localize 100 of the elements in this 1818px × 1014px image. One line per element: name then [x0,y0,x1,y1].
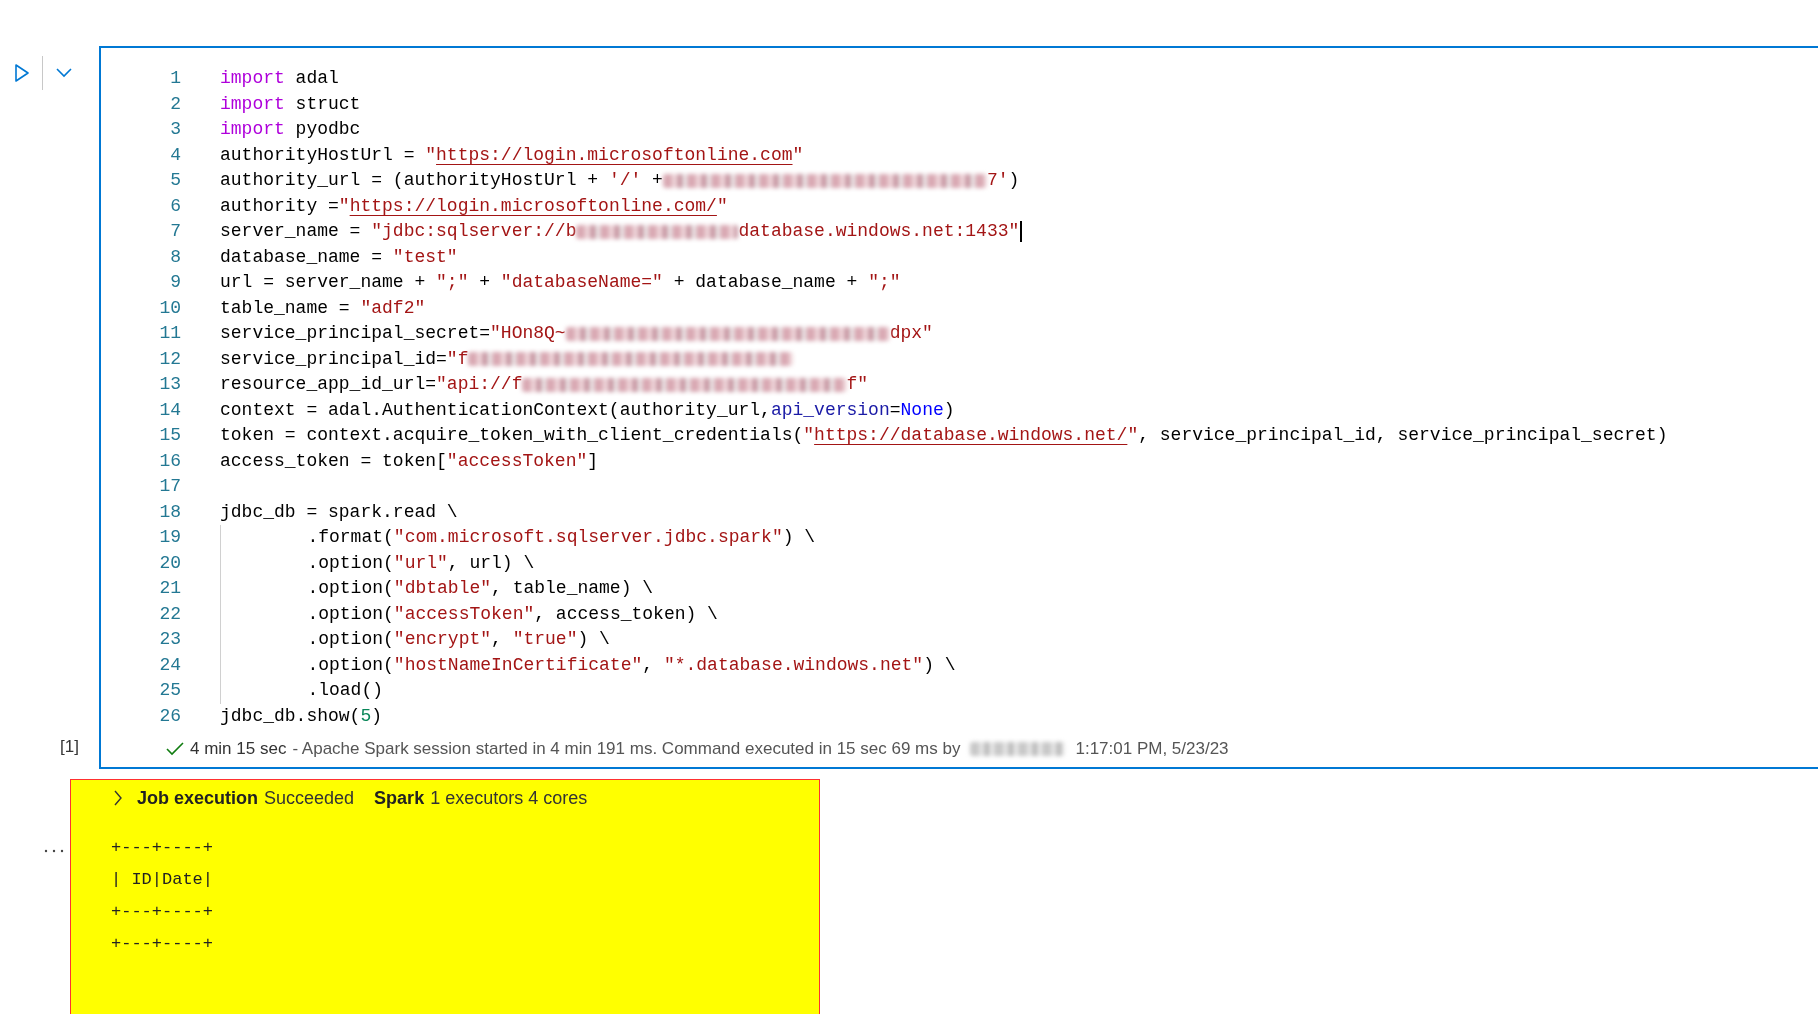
code-text: .format( [307,526,394,549]
code-text: + [651,169,663,192]
keyword: import [220,67,285,90]
keyword: import [220,118,285,141]
string-literal: "accessToken" [446,449,588,473]
line-number: 14 [158,398,181,422]
line-number: 18 [158,500,181,524]
spark-label: Spark [374,787,425,809]
table-output-line: | ID|Date| [111,869,215,891]
line-number: 11 [158,322,181,345]
duration-text: 4 min 15 sec [190,739,287,759]
code-text: database_name = [220,245,384,269]
job-status: Succeeded [264,787,355,809]
run-icon[interactable] [14,63,30,83]
string-literal: "api://f [436,373,523,396]
execution-count: [1] [59,737,80,758]
code-text: authorityHostUrl = [220,143,416,167]
string-literal: database.windows.net:1433" [738,220,1020,243]
string-literal: "com.microsoft.sqlserver.jdbc.spark" [393,526,783,549]
line-number: 13 [158,373,181,396]
line-number: 26 [158,704,181,728]
code-text: , service_principal_id, service_principal_secret) [1138,424,1668,447]
line-number: 17 [158,475,181,498]
code-text: .option( [307,602,394,626]
code-text: authority = [220,194,339,218]
code-text: jdbc_db.show( [220,704,361,728]
line-number: 22 [158,602,181,626]
code-text: .option( [307,551,394,575]
code-text: , url) \ [447,551,535,575]
line-number: 25 [158,679,181,702]
line-number: 24 [158,653,181,677]
number-literal: 5 [360,704,372,728]
job-label: Job execution [137,787,259,809]
code-text: .option( [307,653,394,677]
string-literal: "hostNameInCertificate" [393,653,643,677]
chevron-down-icon[interactable] [55,67,73,79]
spark-info: 1 executors 4 cores [430,787,588,809]
keyword: import [220,92,285,116]
string-literal: f" [846,373,869,396]
string-literal: " [716,194,728,218]
code-text: ) [1008,169,1020,192]
code-text: + database_name + [672,271,859,294]
string-literal: "HOn8Q~ [490,322,566,345]
code-text: resource_app_id_url= [220,373,437,396]
code-text: , [642,653,655,677]
more-icon[interactable] [44,849,64,853]
line-number: 19 [158,526,181,549]
code-text: ) \ [782,526,816,549]
line-number: 9 [169,271,181,294]
parameter-name: api_version [770,398,890,422]
code-text: jdbc_db = spark.read \ [220,500,458,524]
string-literal: 7' [986,169,1009,192]
code-text: url = server_name + [220,271,427,294]
code-text: ) [943,398,955,422]
code-text: .option( [307,577,394,600]
code-text: , table_name) \ [491,577,654,600]
code-text: service_principal_secret= [220,322,491,345]
string-literal: ";" [436,271,469,294]
string-literal: "encrypt" [393,628,492,651]
chevron-right-icon[interactable] [113,790,123,806]
line-number: 1 [169,67,181,90]
code-text: .load() [307,679,384,702]
string-literal: " [803,424,815,447]
code-text: ) \ [923,653,956,677]
timestamp: 1:17:01 PM, 5/23/23 [1075,739,1229,759]
string-literal: "dbtable" [393,577,492,600]
line-number: 3 [169,118,181,141]
code-cell[interactable] [99,46,1818,769]
line-number: 10 [158,296,181,320]
string-literal: " [792,143,804,167]
code-text: ) \ [577,628,610,651]
code-text: , [491,628,503,651]
string-literal: "databaseName=" [500,271,663,294]
string-literal: " [425,143,437,167]
line-number: 8 [169,245,181,269]
string-literal: dpx" [889,322,933,345]
code-text: adal [294,67,339,90]
code-text: .option( [307,628,394,651]
string-literal: "true" [512,628,578,651]
line-number: 20 [158,551,181,575]
code-text: access_token = token[ [220,449,447,473]
code-text: server_name = [220,220,362,243]
url-link[interactable]: https://login.microsoftonline.com [436,142,793,168]
code-text: table_name = [220,296,351,320]
line-number: 4 [169,143,181,167]
line-number: 6 [169,194,181,218]
string-literal: " [1127,424,1139,447]
url-link[interactable]: https://login.microsoftonline.com/ [349,193,717,219]
url-link[interactable]: https://database.windows.net/ [814,423,1128,449]
table-output-line: +---+----+ [111,933,215,955]
code-text: + [478,271,492,294]
code-text: pyodbc [294,118,361,141]
code-text: ) [371,704,383,728]
code-text: service_principal_id= [220,347,447,371]
line-number: 23 [158,628,181,651]
string-literal: "accessToken" [393,602,535,626]
string-literal: "test" [392,245,458,269]
line-number: 2 [169,92,181,116]
string-literal: "*.database.windows.net" [663,653,924,677]
string-literal: '/' [608,169,642,192]
